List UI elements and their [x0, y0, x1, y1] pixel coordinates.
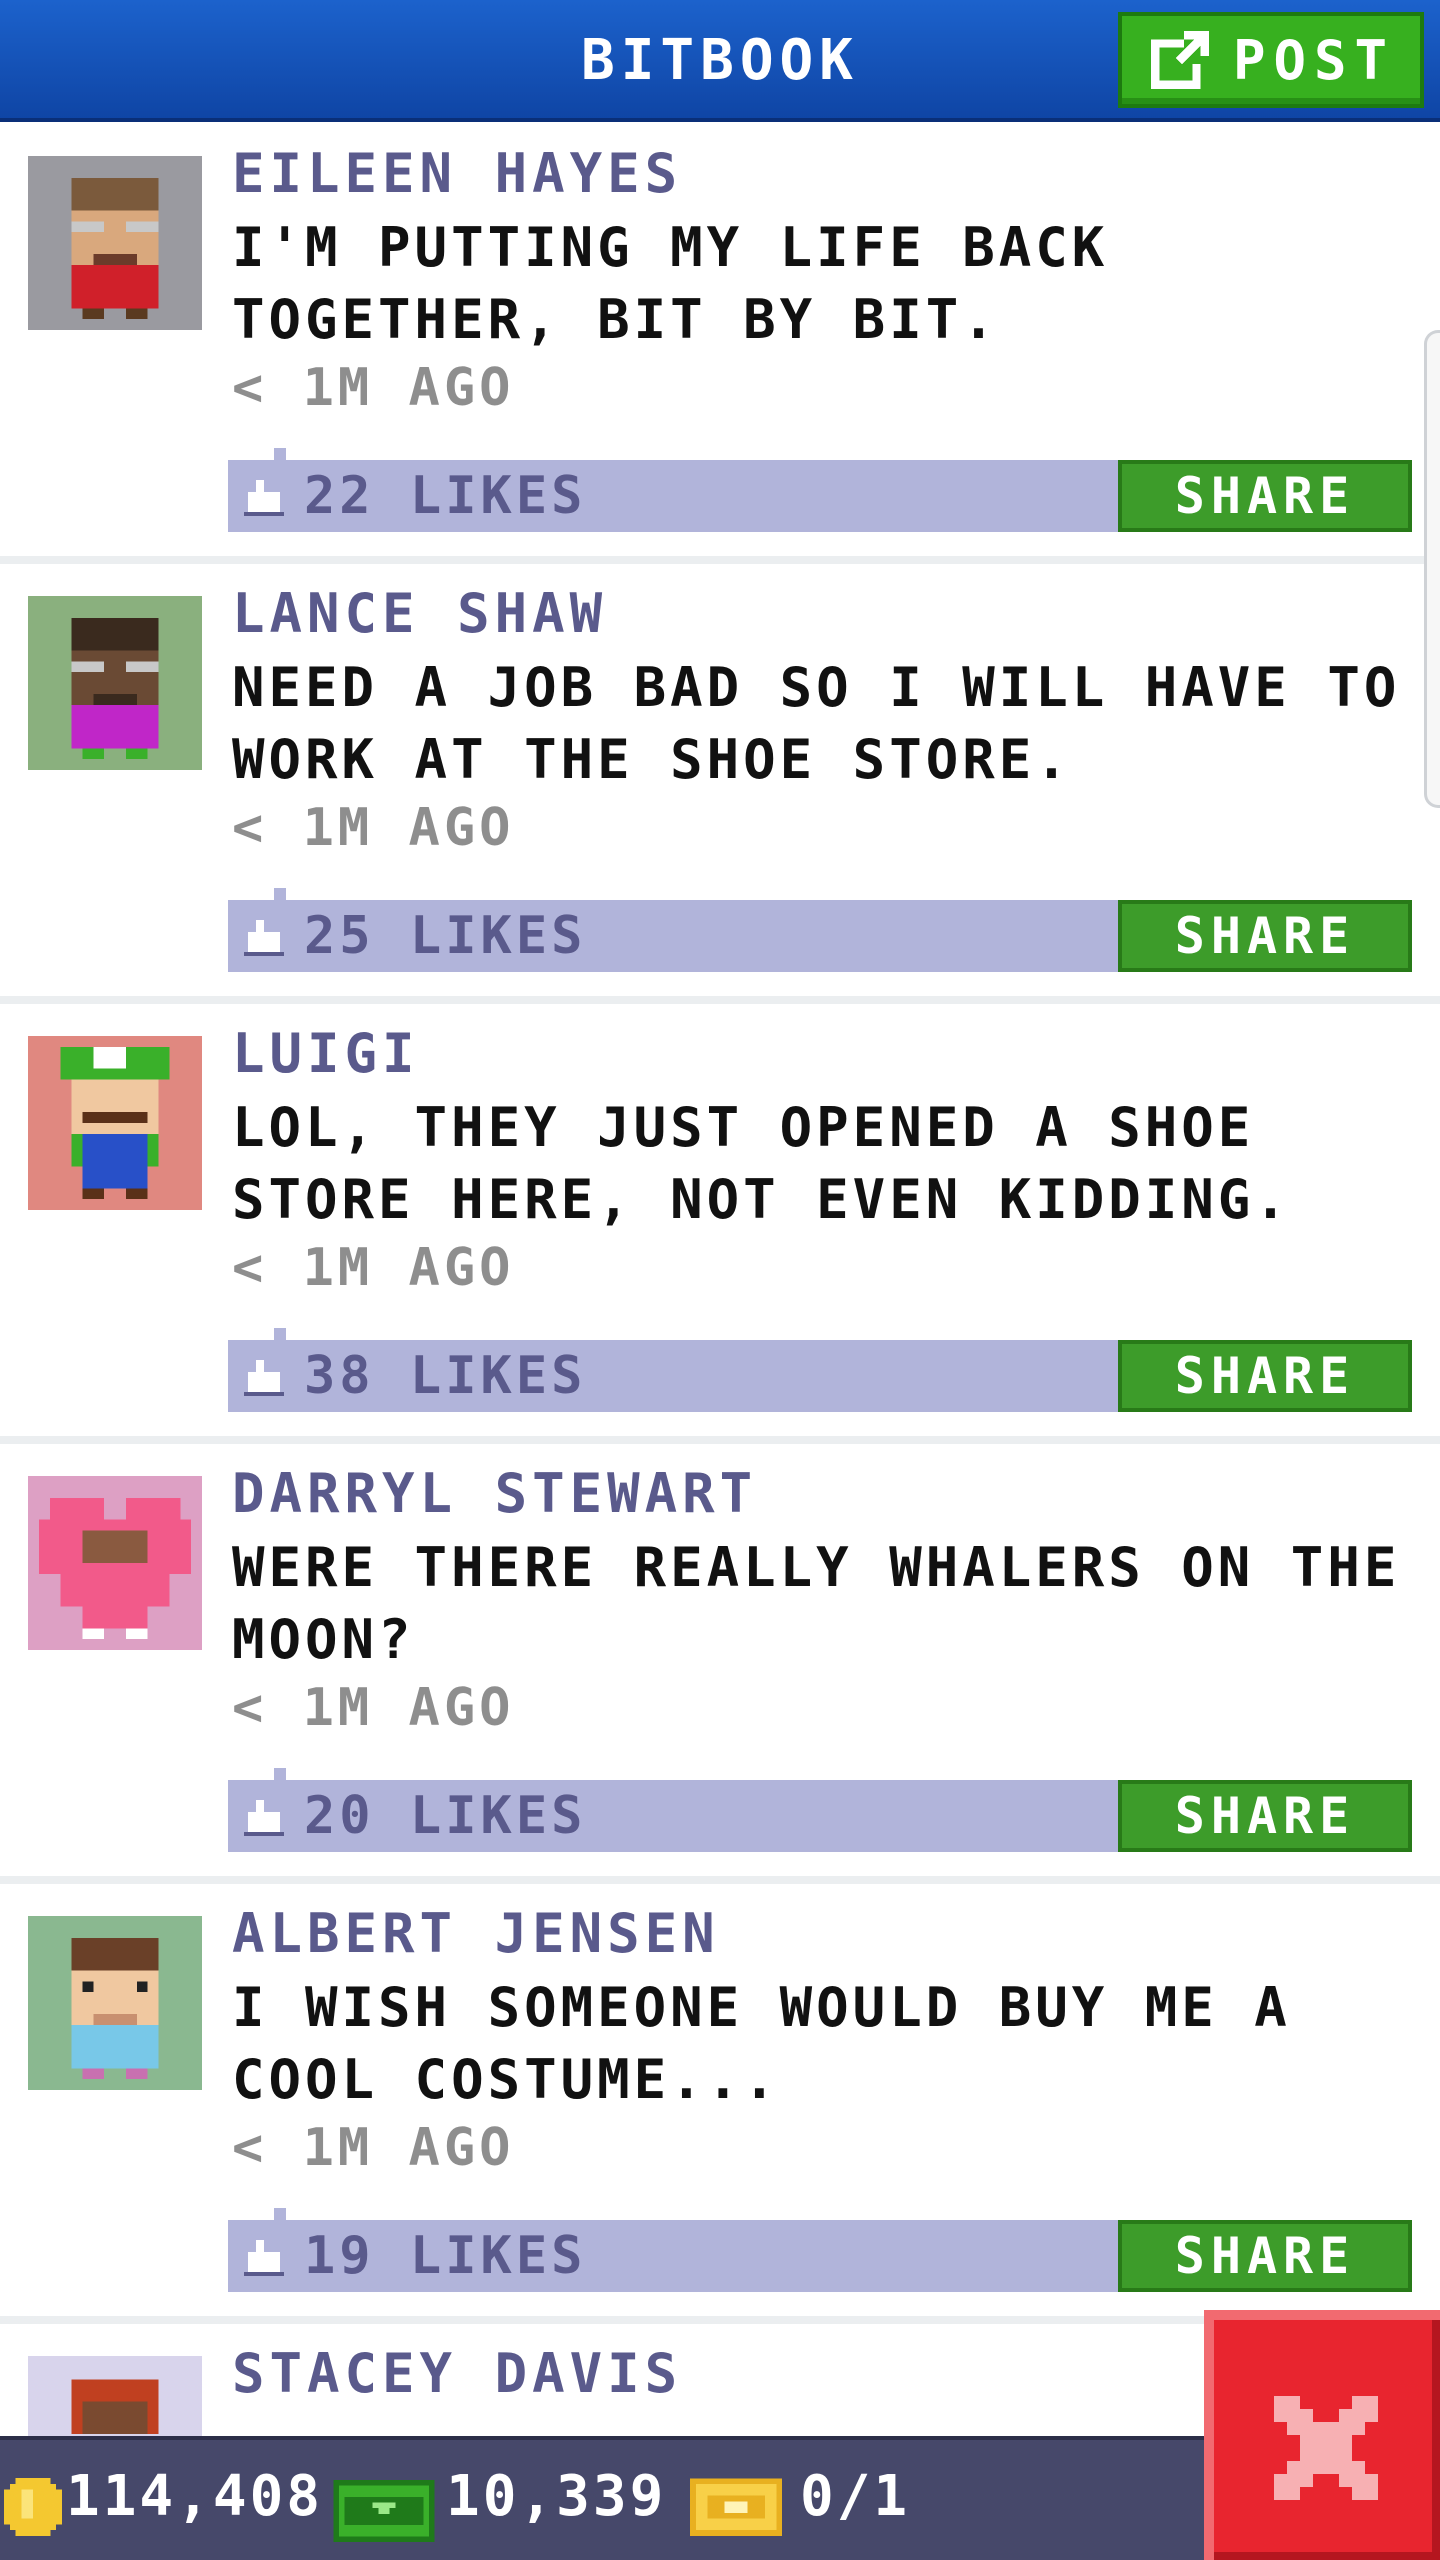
edit-icon	[1151, 31, 1209, 89]
feed-post: LANCE SHAW NEED A JOB BAD SO I WILL HAVE…	[0, 566, 1440, 1006]
divider	[0, 996, 1440, 1004]
divider	[0, 1436, 1440, 1444]
likes-count: 19 LIKES	[304, 2226, 587, 2286]
avatar[interactable]	[28, 156, 202, 330]
avatar-luigi-image	[60, 1046, 170, 1200]
post-timestamp: < 1M AGO	[232, 2118, 515, 2178]
close-icon	[1274, 2396, 1378, 2500]
post-timestamp: < 1M AGO	[232, 1238, 515, 1298]
avatar[interactable]	[28, 596, 202, 770]
like-icon	[244, 1360, 284, 1396]
avatar-albert-image	[71, 1937, 159, 2080]
post-author[interactable]: STACEY DAVIS	[232, 2342, 682, 2405]
avatar[interactable]	[28, 1916, 202, 2090]
feed-post: EILEEN HAYES I'M PUTTING MY LIFE BACK TO…	[0, 126, 1440, 566]
likes-bar-tick	[274, 2208, 286, 2222]
likes-bar: 38 LIKES SHARE	[228, 1328, 1412, 1412]
post-author[interactable]: EILEEN HAYES	[232, 142, 682, 205]
like-icon	[244, 2240, 284, 2276]
likes-bar-tick	[274, 1328, 286, 1342]
cash-icon	[333, 2480, 435, 2542]
likes-bar-tick	[274, 448, 286, 462]
post-author[interactable]: LUIGI	[232, 1022, 420, 1085]
scroll-handle[interactable]	[1424, 330, 1440, 808]
divider	[0, 556, 1440, 564]
share-button[interactable]: SHARE	[1118, 460, 1412, 532]
post-button-label: POST	[1232, 28, 1396, 92]
likes-count: 25 LIKES	[304, 906, 587, 966]
ticket-icon	[690, 2478, 782, 2536]
like-icon	[244, 480, 284, 516]
post-message: I'M PUTTING MY LIFE BACK TOGETHER, BIT B…	[232, 216, 1109, 351]
post-author[interactable]: ALBERT JENSEN	[232, 1902, 720, 1965]
avatar-lance-image	[71, 617, 159, 760]
likes-bar: 25 LIKES SHARE	[228, 888, 1412, 972]
avatar-darryl-image	[38, 1497, 192, 1640]
post-timestamp: < 1M AGO	[232, 1678, 515, 1738]
post-message: NEED A JOB BAD SO I WILL HAVE TO WORK AT…	[232, 656, 1401, 791]
post-button[interactable]: POST	[1118, 12, 1424, 108]
avatar[interactable]	[28, 2356, 202, 2436]
post-author[interactable]: LANCE SHAW	[232, 582, 607, 645]
feed-post: ALBERT JENSEN I WISH SOMEONE WOULD BUY M…	[0, 1886, 1440, 2326]
like-icon	[244, 1800, 284, 1836]
likes-count: 20 LIKES	[304, 1786, 587, 1846]
post-message: LOL, THEY JUST OPENED A SHOE STORE HERE,…	[232, 1096, 1291, 1231]
likes-bar: 20 LIKES SHARE	[228, 1768, 1412, 1852]
feed-post: LUIGI LOL, THEY JUST OPENED A SHOE STORE…	[0, 1006, 1440, 1446]
post-message: WERE THERE REALLY WHALERS ON THE MOON?	[232, 1536, 1401, 1671]
divider	[0, 1876, 1440, 1884]
ticket-count: 0/1	[800, 2464, 911, 2529]
share-button[interactable]: SHARE	[1118, 1340, 1412, 1412]
bux-count: 10,339	[446, 2464, 667, 2529]
share-button[interactable]: SHARE	[1118, 1780, 1412, 1852]
post-message: I WISH SOMEONE WOULD BUY ME A COOL COSTU…	[232, 1976, 1291, 2111]
likes-bar-tick	[274, 1768, 286, 1782]
avatar-eileen-image	[71, 177, 159, 320]
like-icon	[244, 920, 284, 956]
likes-count: 22 LIKES	[304, 466, 587, 526]
likes-bar: 19 LIKES SHARE	[228, 2208, 1412, 2292]
likes-count: 38 LIKES	[304, 1346, 587, 1406]
post-author[interactable]: DARRYL STEWART	[232, 1462, 757, 1525]
post-timestamp: < 1M AGO	[232, 358, 515, 418]
avatar-stacey-image	[71, 2379, 159, 2435]
avatar[interactable]	[28, 1476, 202, 1650]
share-button[interactable]: SHARE	[1118, 900, 1412, 972]
close-button[interactable]	[1204, 2310, 1440, 2560]
coin-icon	[4, 2478, 62, 2536]
feed-post: DARRYL STEWART WERE THERE REALLY WHALERS…	[0, 1446, 1440, 1886]
likes-bar: 22 LIKES SHARE	[228, 448, 1412, 532]
coin-count: 114,408	[66, 2464, 324, 2529]
post-timestamp: < 1M AGO	[232, 798, 515, 858]
app-header: BITBOOK POST	[0, 0, 1440, 122]
share-button[interactable]: SHARE	[1118, 2220, 1412, 2292]
likes-bar-tick	[274, 888, 286, 902]
avatar[interactable]	[28, 1036, 202, 1210]
